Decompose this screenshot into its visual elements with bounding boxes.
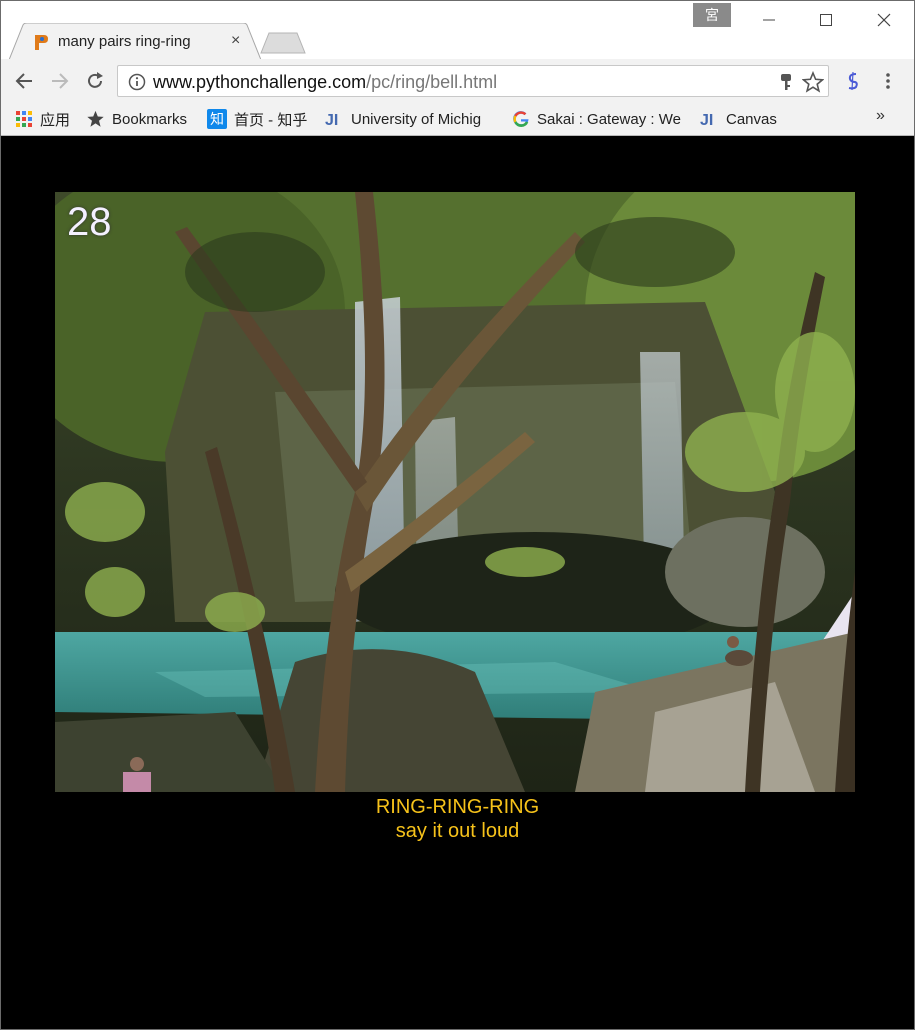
browser-window: 宮 many pairs ring-ring × www.pythonchall… [0,0,915,1030]
bookmarks-overflow-button[interactable]: » [876,107,885,125]
back-button[interactable] [12,69,36,93]
maximize-icon [820,14,832,26]
toolbar: www.pythonchallenge.com/pc/ring/bell.htm… [1,59,914,103]
url-text: www.pythonchallenge.com/pc/ring/bell.htm… [153,72,497,93]
close-window-button[interactable] [861,7,907,33]
ime-indicator: 宮 [693,3,731,27]
new-tab-button[interactable] [259,31,307,55]
page-content: 28 RING-RING-RING say it out loud [1,136,914,1029]
reload-button[interactable] [83,69,107,93]
bookmark-label: Canvas [726,110,777,128]
level-number: 28 [67,200,112,244]
svg-text:JI: JI [325,112,338,128]
bookmark-label: Bookmarks [112,110,188,128]
bookmark-canvas[interactable]: JI Canvas [700,109,777,129]
bookmark-sakai[interactable]: Sakai : Gateway : We [512,109,684,129]
site-info-icon[interactable] [128,73,146,91]
bookmark-zhihu[interactable]: 知 首页 - 知乎 [207,109,307,129]
caption-line-2: say it out loud [395,820,520,842]
ji-icon: JI [700,110,719,128]
tab-close-icon[interactable]: × [231,32,240,50]
close-icon [877,13,891,27]
back-arrow-icon [15,73,32,89]
svg-text:JI: JI [700,112,713,128]
forward-arrow-icon [52,73,69,89]
tab-active[interactable]: many pairs ring-ring × [9,23,261,60]
tab-strip: 宮 many pairs ring-ring × [1,1,914,60]
bookmark-label: 首页 - 知乎 [234,111,308,129]
bookmark-label: Sakai : Gateway : We [537,110,681,128]
bookmarks-bar: 应用 Bookmarks 知 首页 - 知乎 JI University of … [1,103,914,136]
ji-icon: JI [325,110,344,128]
minimize-icon [763,19,775,21]
waterfall-photo: 28 [55,192,855,792]
bookmark-label: University of Michig [351,110,482,128]
star-icon [86,110,105,128]
url-host: www.pythonchallenge.com [153,72,367,92]
minimize-button[interactable] [746,7,792,33]
svg-text:知: 知 [210,111,224,128]
zhihu-icon: 知 [207,109,227,129]
waterfall-photo-art [55,192,855,792]
address-bar[interactable]: www.pythonchallenge.com/pc/ring/bell.htm… [117,65,829,97]
google-icon [512,110,530,128]
extension-icon[interactable] [844,72,862,90]
forward-button[interactable] [48,69,72,93]
bookmark-apps[interactable]: 应用 [15,109,70,129]
key-icon[interactable] [778,73,794,91]
bookmark-university-of-michigan[interactable]: JI University of Michig [325,109,495,129]
menu-icon[interactable] [885,72,891,90]
caption-line-1: RING-RING-RING [375,796,540,818]
reload-icon [88,72,103,88]
apps-grid-icon [15,110,33,128]
maximize-button[interactable] [803,7,849,33]
url-path: /pc/ring/bell.html [366,72,498,92]
python-challenge-favicon-icon [35,35,48,50]
bookmark-label: 应用 [40,111,71,129]
tab-title: many pairs ring-ring [58,33,191,50]
bookmark-bookmarks-folder[interactable]: Bookmarks [86,109,187,129]
bookmark-star-icon[interactable] [802,71,824,93]
